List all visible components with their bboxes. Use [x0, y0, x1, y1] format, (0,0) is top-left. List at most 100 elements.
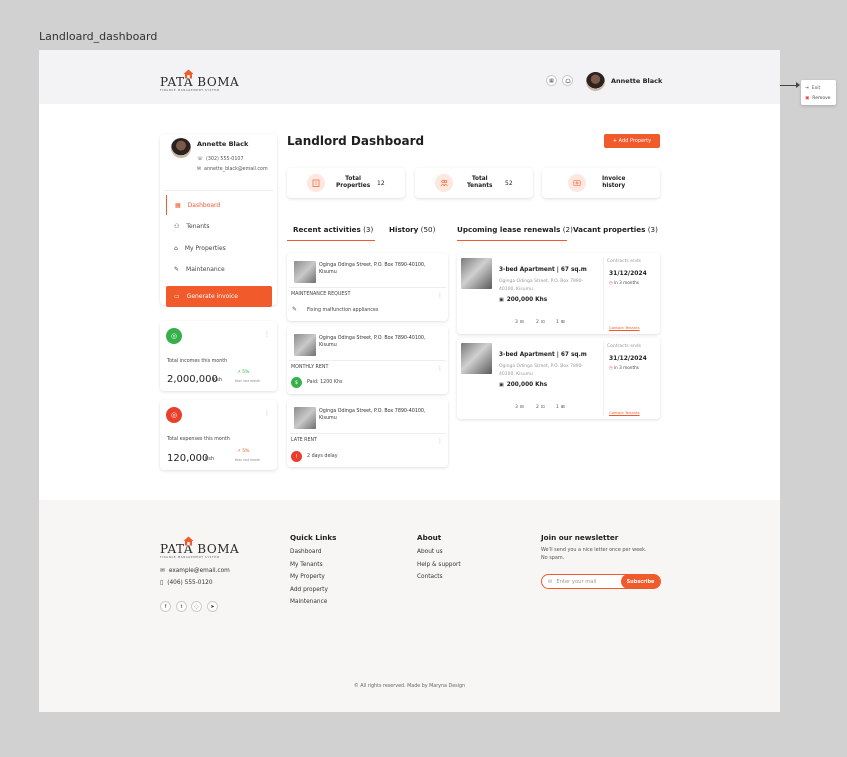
menu-item-exit[interactable]: ⇥ Exit	[805, 83, 832, 93]
phone-icon: ☏	[197, 157, 203, 162]
facebook-icon[interactable]: f	[160, 601, 171, 612]
divider	[289, 360, 446, 361]
add-property-button[interactable]: + Add Property	[604, 134, 660, 148]
footer-brand-logo[interactable]: PATA BOMA FINANCE MANAGEMENT SYSTEM	[160, 536, 239, 559]
stat-value: 52	[505, 180, 513, 187]
sidebar-item-maintenance[interactable]: ✎ Maintenance	[166, 259, 272, 279]
header-user-name[interactable]: Annette Black	[611, 77, 662, 85]
property-thumbnail	[294, 334, 316, 356]
footer-link-dashboard[interactable]: Dashboard	[290, 549, 321, 555]
kebab-menu-icon[interactable]: ⋮	[264, 331, 270, 338]
footer-link-contacts[interactable]: Contacts	[417, 574, 443, 580]
profile-sidebar-card: Annette Black ☏ (302) 555-0107 ✉ annette_b…	[160, 134, 277, 307]
activity-address: Oginga Odinga Street, P.O. Box 7890-4010…	[319, 263, 426, 276]
alert-icon: !	[291, 451, 302, 462]
brand-name: PATA BOMA	[160, 75, 240, 89]
expenses-card: ◎ ⋮ Total expenses this month 120,000 Ks…	[160, 400, 277, 470]
stat-total-properties[interactable]: Total Properties 12	[287, 168, 405, 198]
tab-vacant-properties[interactable]: Vacant properties (3)	[573, 225, 658, 234]
property-thumbnail	[294, 407, 316, 429]
footer-link-my-tenants[interactable]: My Tenants	[290, 562, 323, 568]
activity-type: MONTHLY RENT	[291, 365, 329, 370]
newsletter-description: We'll send you a nice letter once per we…	[541, 547, 647, 561]
stat-value: 12	[377, 180, 385, 187]
whatsapp-icon[interactable]: ◌	[191, 601, 202, 612]
expense-change: ↗ 5%	[237, 449, 250, 454]
sidebar-item-tenants[interactable]: ⚇ Tenants	[166, 216, 272, 236]
bath-icon: ⊡	[540, 320, 545, 325]
kebab-menu-icon[interactable]: ⋮	[264, 410, 270, 417]
header-avatar[interactable]	[586, 72, 605, 91]
contract-ends-label: Contracts ends	[607, 344, 641, 349]
activity-card[interactable]: Oginga Odinga Street, P.O. Box 7890-4010…	[287, 253, 448, 321]
stat-label: Total Properties	[336, 176, 371, 189]
kebab-menu-icon[interactable]: ⋮	[437, 292, 443, 299]
telegram-icon[interactable]: ➤	[207, 601, 218, 612]
newsletter-heading: Join our newsletter	[541, 533, 619, 542]
kebab-menu-icon[interactable]: ⋮	[437, 365, 443, 372]
contact-tenants-link[interactable]: Contact Tenants	[609, 325, 640, 330]
lease-card[interactable]: 3-bed Apartment | 67 sq.m Oginga Odinga …	[457, 253, 660, 334]
footer-link-maintenance[interactable]: Maintenance	[290, 599, 327, 605]
profile-email: ✉ annette_black@email.com	[197, 167, 268, 172]
brand-tagline: FINANCE MANAGEMENT SYSTEM	[160, 89, 220, 92]
generate-invoice-button[interactable]: ▭ Generate invoice	[166, 286, 272, 307]
beds-count: 3 ⊟	[515, 405, 524, 410]
beds-count: 3 ⊟	[515, 320, 524, 325]
divider	[289, 287, 446, 288]
trash-icon: ▣	[805, 95, 810, 101]
wrench-icon: ✎	[292, 306, 298, 313]
activity-note: Fixing malfunction appliances	[307, 308, 379, 313]
profile-phone: ☏ (302) 555-0107	[197, 157, 244, 162]
kebab-menu-icon[interactable]: ⋮	[437, 438, 443, 445]
subscribe-button[interactable]: Subscribe	[621, 574, 660, 589]
brand-logo[interactable]: PATA BOMA FINANCE MANAGEMENT SYSTEM	[160, 69, 240, 92]
house-logo-icon	[183, 69, 194, 79]
income-label: Total incomes this month	[167, 359, 228, 364]
grid-icon: ▦	[175, 201, 181, 209]
sidebar-item-dashboard[interactable]: ▦ Dashboard	[166, 195, 272, 215]
invoice-icon: ▭	[174, 293, 180, 300]
footer-link-help-support[interactable]: Help & support	[417, 562, 461, 568]
expense-icon: ◎	[166, 407, 182, 423]
activity-type: LATE RENT	[291, 438, 318, 443]
activity-card[interactable]: Oginga Odinga Street, P.O. Box 7890-4010…	[287, 399, 448, 467]
phone-icon: ▯	[160, 580, 164, 586]
divider	[289, 433, 446, 434]
stat-invoice-history[interactable]: Invoice history	[542, 168, 660, 198]
about-heading: About	[417, 533, 442, 542]
footer-link-my-property[interactable]: My Property	[290, 574, 325, 580]
activity-note: Paid: 1200 Khs	[307, 380, 343, 385]
car-icon: ⊞	[560, 320, 565, 325]
property-thumbnail	[461, 258, 492, 289]
tab-history[interactable]: History (50)	[389, 225, 435, 234]
twitter-icon[interactable]: t	[176, 601, 187, 612]
parking-count: 1 ⊞	[556, 320, 565, 325]
footer	[39, 500, 780, 712]
lease-title: 3-bed Apartment | 67 sq.m	[499, 352, 587, 358]
footer-email[interactable]: ✉ example@email.com	[160, 568, 230, 574]
contact-tenants-link[interactable]: Contact Tenants	[609, 410, 640, 415]
building-icon	[307, 174, 325, 192]
lease-price: ▣ 200,000 Khs	[499, 382, 548, 388]
stat-total-tenants[interactable]: Total Tenants 52	[415, 168, 533, 198]
home-icon: ⌂	[174, 244, 178, 252]
property-thumbnail	[461, 343, 492, 374]
brand-tagline: FINANCE MANAGEMENT SYSTEM	[160, 556, 220, 559]
bell-icon[interactable]	[562, 75, 573, 86]
footer-phone[interactable]: ▯ (406) 555-0120	[160, 580, 213, 586]
bath-icon: ⊡	[540, 405, 545, 410]
profile-divider	[164, 190, 273, 191]
lease-card[interactable]: 3-bed Apartment | 67 sq.m Oginga Odinga …	[457, 338, 660, 419]
baths-count: 2 ⊡	[536, 405, 545, 410]
calendar-icon[interactable]: ▦	[546, 75, 557, 86]
tab-recent-activities[interactable]: Recent activities (3)	[293, 225, 373, 234]
contract-countdown: ◷ in 3 months	[609, 280, 639, 285]
expense-amount: 120,000	[167, 453, 209, 464]
footer-link-add-property[interactable]: Add property	[290, 587, 328, 593]
activity-card[interactable]: Oginga Odinga Street, P.O. Box 7890-4010…	[287, 326, 448, 394]
tab-upcoming-lease-renewals[interactable]: Upcoming lease renewals (2)	[457, 225, 573, 234]
footer-link-about-us[interactable]: About us	[417, 549, 443, 555]
sidebar-item-my-properties[interactable]: ⌂ My Properties	[166, 238, 272, 258]
menu-item-remove[interactable]: ▣ Remove	[805, 93, 832, 103]
